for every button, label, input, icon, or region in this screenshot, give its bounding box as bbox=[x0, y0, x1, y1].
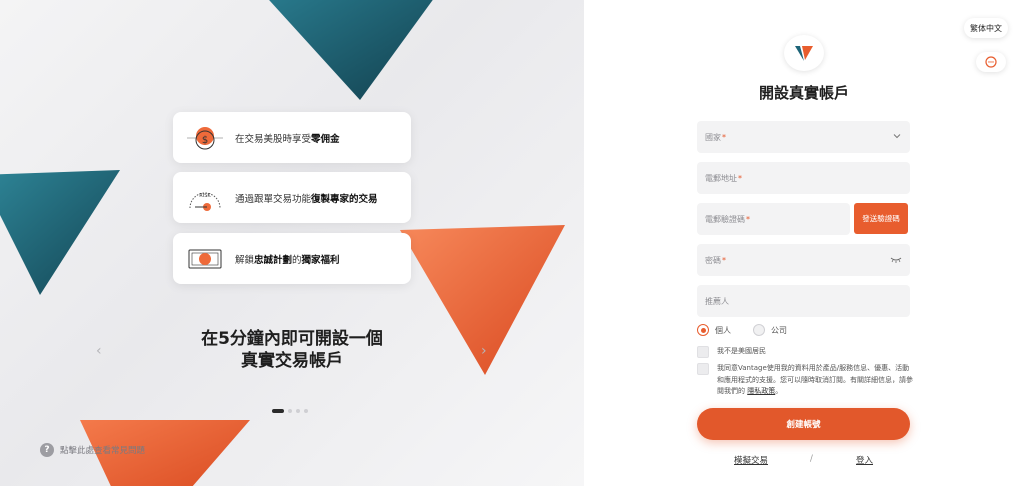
email-placeholder: 電郵地址 bbox=[705, 173, 737, 183]
radio-company-label: 公司 bbox=[771, 325, 787, 335]
required-mark: * bbox=[722, 132, 726, 142]
account-type-group: 個人 公司 bbox=[697, 324, 787, 336]
verification-code-field[interactable]: 電郵驗證碼 * bbox=[697, 203, 850, 235]
faq-link[interactable]: ? 點擊此處查看常見問題 bbox=[40, 443, 145, 457]
feature-text: 通過跟單交易功能復製專家的交易 bbox=[235, 193, 378, 205]
carousel-dot[interactable] bbox=[288, 409, 292, 413]
demo-trading-link[interactable]: 模擬交易 bbox=[734, 454, 768, 466]
carousel-dot[interactable] bbox=[272, 409, 284, 413]
privacy-policy-link[interactable]: 隱私政策 bbox=[747, 387, 775, 395]
chat-bubble-icon bbox=[985, 56, 997, 68]
hero-title: 在5分鐘內即可開設一個 真實交易帳戶 bbox=[150, 328, 434, 372]
hero-panel: $ 在交易美股時享受零佣金 RISK 通過跟單交易功能復製專家的交易 解鎖忠誠計… bbox=[0, 0, 584, 486]
consent-end: 。 bbox=[775, 387, 783, 395]
vantage-logo-icon bbox=[795, 46, 813, 61]
consent-text: 我同意Vantage使用我的資料用於產品/服務信息、優惠、活動和應用程式的支援。… bbox=[717, 363, 913, 398]
referrer-field[interactable]: 推薦人 bbox=[697, 285, 910, 317]
send-code-button[interactable]: 發送驗證碼 bbox=[854, 203, 908, 234]
radio-personal-label: 個人 bbox=[715, 325, 731, 335]
teal-shape-left bbox=[0, 170, 120, 295]
signup-form-panel: 繁体中文 開設真實帳戶 國家 * 電郵地址 * 電郵驗證碼 * 發送驗證碼 密碼… bbox=[584, 0, 1024, 486]
referrer-placeholder: 推薦人 bbox=[705, 296, 729, 306]
faq-text: 點擊此處查看常見問題 bbox=[60, 446, 146, 456]
question-icon: ? bbox=[40, 443, 54, 457]
chevron-down-icon bbox=[893, 134, 901, 139]
us-resident-row: 我不是美國居民 bbox=[697, 346, 766, 358]
feature-text: 在交易美股時享受零佣金 bbox=[235, 133, 340, 145]
carousel-dot[interactable] bbox=[296, 409, 300, 413]
svg-text:$: $ bbox=[202, 135, 208, 146]
language-selector[interactable]: 繁体中文 bbox=[964, 18, 1008, 38]
gift-card-icon bbox=[183, 241, 227, 277]
us-resident-checkbox[interactable] bbox=[697, 346, 709, 358]
link-separator: / bbox=[810, 454, 813, 464]
carousel-next-button[interactable]: › bbox=[481, 343, 487, 359]
feature-card-copy-trading: RISK 通過跟單交易功能復製專家的交易 bbox=[173, 172, 411, 223]
vantage-logo bbox=[784, 35, 824, 71]
consent-row: 我同意Vantage使用我的資料用於產品/服務信息、優惠、活動和應用程式的支援。… bbox=[697, 363, 913, 398]
carousel-prev-button[interactable]: ‹ bbox=[96, 343, 102, 359]
create-account-button[interactable]: 創建帳號 bbox=[697, 408, 910, 440]
email-field[interactable]: 電郵地址 * bbox=[697, 162, 910, 194]
radio-personal[interactable] bbox=[697, 324, 709, 336]
carousel-dot[interactable] bbox=[304, 409, 308, 413]
consent-checkbox[interactable] bbox=[697, 363, 709, 375]
form-title: 開設真實帳戶 bbox=[758, 84, 849, 102]
dollar-coin-icon: $ bbox=[183, 120, 227, 156]
teal-shape-top bbox=[269, 0, 433, 100]
feature-card-loyalty: 解鎖忠誠計劃的獨家福利 bbox=[173, 233, 411, 284]
hero-title-line1: 在5分鐘內即可開設一個 bbox=[201, 329, 383, 349]
required-mark: * bbox=[738, 173, 742, 183]
feature-text: 解鎖忠誠計劃的獨家福利 bbox=[235, 254, 340, 266]
password-placeholder: 密碼 bbox=[705, 255, 721, 265]
signup-page: $ 在交易美股時享受零佣金 RISK 通過跟單交易功能復製專家的交易 解鎖忠誠計… bbox=[0, 0, 1024, 486]
required-mark: * bbox=[722, 255, 726, 265]
svg-text:RISK: RISK bbox=[199, 193, 211, 199]
code-placeholder: 電郵驗證碼 bbox=[705, 214, 745, 224]
login-link[interactable]: 登入 bbox=[856, 454, 873, 466]
radio-company[interactable] bbox=[753, 324, 765, 336]
country-placeholder: 國家 bbox=[705, 132, 721, 142]
us-resident-label: 我不是美國居民 bbox=[717, 347, 766, 355]
chat-button[interactable] bbox=[976, 52, 1006, 72]
carousel-dots bbox=[272, 409, 308, 413]
country-select[interactable]: 國家 * bbox=[697, 121, 910, 153]
risk-gauge-icon: RISK bbox=[183, 180, 227, 216]
password-field[interactable]: 密碼 * bbox=[697, 244, 910, 276]
hero-title-line2: 真實交易帳戶 bbox=[241, 351, 343, 371]
feature-card-zero-commission: $ 在交易美股時享受零佣金 bbox=[173, 112, 411, 163]
eye-closed-icon[interactable] bbox=[890, 254, 902, 264]
required-mark: * bbox=[746, 214, 750, 224]
